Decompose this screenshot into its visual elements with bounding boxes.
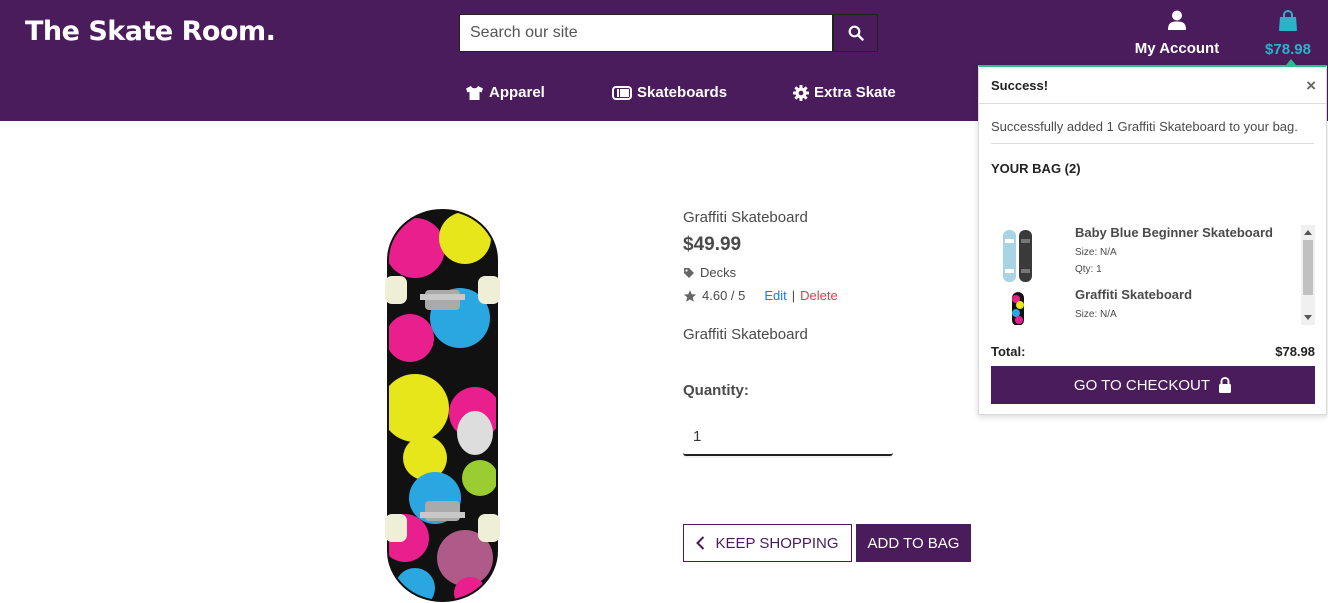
nav-item-skateboards[interactable]: Skateboards xyxy=(612,84,727,101)
search-input[interactable] xyxy=(459,14,833,52)
popup-title: Success! xyxy=(991,78,1049,93)
bag-item[interactable]: Graffiti Skateboard Size: N/A xyxy=(991,287,1301,325)
bag-item-name: Graffiti Skateboard xyxy=(1075,287,1193,302)
product-rating: 4.60 / 5 Edit | Delete xyxy=(683,288,838,303)
bag-title: YOUR BAG (2) xyxy=(991,161,1081,176)
tag-icon xyxy=(684,267,694,278)
scroll-up-arrow[interactable] xyxy=(1304,230,1312,235)
star-icon xyxy=(683,289,697,302)
nav-item-extra-skate[interactable]: Extra Skate xyxy=(793,84,896,101)
popup-header: Success! × xyxy=(979,67,1326,104)
bag-item-size: Size: N/A xyxy=(1075,247,1117,258)
bag-item-thumbnail xyxy=(1012,292,1024,325)
scroll-thumb[interactable] xyxy=(1303,240,1313,295)
skateboard-icon xyxy=(612,85,632,100)
product-title: Graffiti Skateboard xyxy=(683,209,808,226)
search-icon xyxy=(848,25,864,41)
popup-message: Successfully added 1 Graffiti Skateboard… xyxy=(991,116,1314,144)
user-icon xyxy=(1168,10,1186,30)
keep-shopping-label: KEEP SHOPPING xyxy=(715,534,839,552)
category-label: Decks xyxy=(700,265,737,280)
site-logo[interactable]: The Skate Room. xyxy=(25,16,276,47)
bag-item[interactable]: Baby Blue Beginner Skateboard Size: N/A … xyxy=(991,225,1301,287)
gear-icon xyxy=(793,84,809,101)
search-button[interactable] xyxy=(833,14,878,52)
nav-item-label: Apparel xyxy=(489,84,545,101)
quantity-input[interactable] xyxy=(683,418,893,456)
my-account-link[interactable]: My Account xyxy=(1128,10,1226,57)
keep-shopping-button[interactable]: KEEP SHOPPING xyxy=(683,524,852,562)
add-to-bag-button[interactable]: ADD TO BAG xyxy=(856,524,971,562)
close-icon[interactable]: × xyxy=(1306,76,1316,96)
bag-total: $78.98 xyxy=(1265,41,1311,58)
link-separator: | xyxy=(791,288,796,303)
checkout-button[interactable]: GO TO CHECKOUT xyxy=(991,366,1315,404)
total-value: $78.98 xyxy=(1275,344,1315,359)
bag-item-name: Baby Blue Beginner Skateboard xyxy=(1075,225,1273,240)
delete-link[interactable]: Delete xyxy=(800,288,838,303)
add-to-bag-label: ADD TO BAG xyxy=(867,534,960,552)
nav-item-label: Extra Skate xyxy=(814,84,896,101)
search-bar xyxy=(459,14,878,52)
product-price: $49.99 xyxy=(683,234,742,255)
edit-link[interactable]: Edit xyxy=(764,288,786,303)
my-account-label: My Account xyxy=(1134,40,1220,57)
bag-item-thumbnail xyxy=(1003,230,1032,282)
scroll-down-arrow[interactable] xyxy=(1304,315,1312,320)
quantity-label: Quantity: xyxy=(683,382,749,399)
tshirt-icon xyxy=(466,85,483,100)
shopping-bag-icon xyxy=(1279,9,1297,31)
bag-success-popup: Success! × Successfully added 1 Graffiti… xyxy=(978,65,1327,415)
checkout-label: GO TO CHECKOUT xyxy=(1073,376,1211,394)
shopping-bag-link[interactable]: $78.98 xyxy=(1258,9,1318,58)
nav-item-apparel[interactable]: Apparel xyxy=(465,84,545,101)
lock-icon xyxy=(1219,377,1232,393)
rating-value: 4.60 / 5 xyxy=(702,288,746,303)
bag-item-list[interactable]: Baby Blue Beginner Skateboard Size: N/A … xyxy=(991,225,1315,325)
nav-item-label: Skateboards xyxy=(637,84,728,101)
bag-item-qty: Qty: 1 xyxy=(1075,264,1102,275)
product-image xyxy=(385,209,500,602)
total-label: Total: xyxy=(991,344,1026,359)
bag-scrollbar[interactable] xyxy=(1301,225,1315,325)
product-description: Graffiti Skateboard xyxy=(683,326,808,343)
bag-total-row: Total: $78.98 xyxy=(991,344,1315,359)
chevron-left-icon xyxy=(696,536,705,550)
bag-item-size: Size: N/A xyxy=(1075,309,1117,320)
product-category[interactable]: Decks xyxy=(683,265,736,280)
